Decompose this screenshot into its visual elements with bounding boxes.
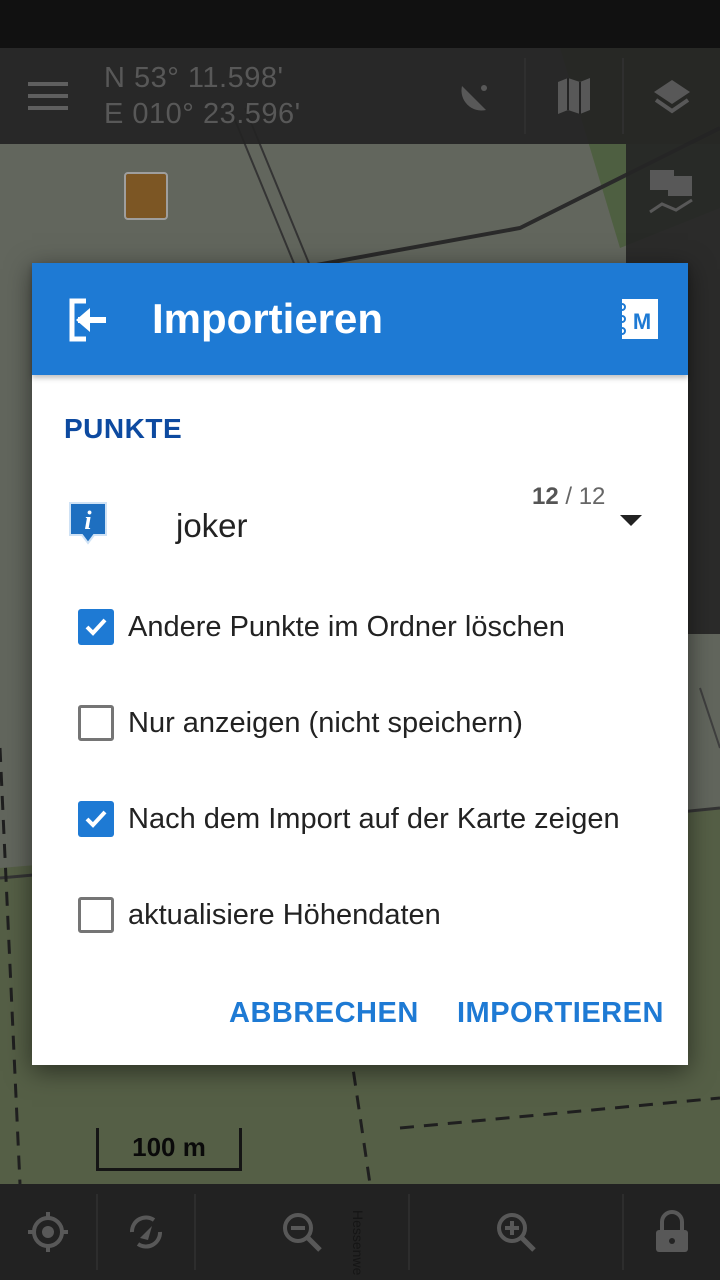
option-delete-other-points[interactable]: Andere Punkte im Ordner löschen xyxy=(78,607,565,647)
svg-text:i: i xyxy=(84,506,92,535)
import-button[interactable]: IMPORTIEREN xyxy=(457,997,664,1030)
count-selected: 12 xyxy=(532,483,559,510)
option-display-only[interactable]: Nur anzeigen (nicht speichern) xyxy=(78,703,523,743)
import-dialog: Importieren M PUNKTE i joker 12 / 12 And… xyxy=(32,263,688,1065)
option-show-on-map[interactable]: Nach dem Import auf der Karte zeigen xyxy=(78,799,620,839)
checkbox[interactable] xyxy=(78,897,114,933)
import-icon xyxy=(69,298,106,342)
section-label: PUNKTE xyxy=(64,413,183,444)
option-label: aktualisiere Höhendaten xyxy=(128,898,441,931)
option-label: Andere Punkte im Ordner löschen xyxy=(128,610,565,643)
notebook-icon[interactable]: M xyxy=(616,297,660,341)
checkmark-icon xyxy=(85,810,107,828)
svg-text:M: M xyxy=(633,309,651,334)
cancel-button[interactable]: ABBRECHEN xyxy=(229,997,419,1030)
chevron-down-icon[interactable] xyxy=(620,515,642,526)
checkbox[interactable] xyxy=(78,705,114,741)
option-update-elevation[interactable]: aktualisiere Höhendaten xyxy=(78,895,441,935)
count-total: / 12 xyxy=(565,483,606,510)
checkmark-icon xyxy=(85,618,107,636)
info-poi-icon: i xyxy=(69,502,107,545)
option-label: Nach dem Import auf der Karte zeigen xyxy=(128,802,620,835)
dialog-header: Importieren M xyxy=(32,263,688,375)
folder-select[interactable]: joker xyxy=(176,507,248,545)
checkbox[interactable] xyxy=(78,801,114,837)
dialog-title: Importieren xyxy=(152,295,384,342)
option-label: Nur anzeigen (nicht speichern) xyxy=(128,706,523,739)
status-bar xyxy=(0,0,720,48)
point-count: 12 / 12 xyxy=(532,483,605,511)
checkbox[interactable] xyxy=(78,609,114,645)
